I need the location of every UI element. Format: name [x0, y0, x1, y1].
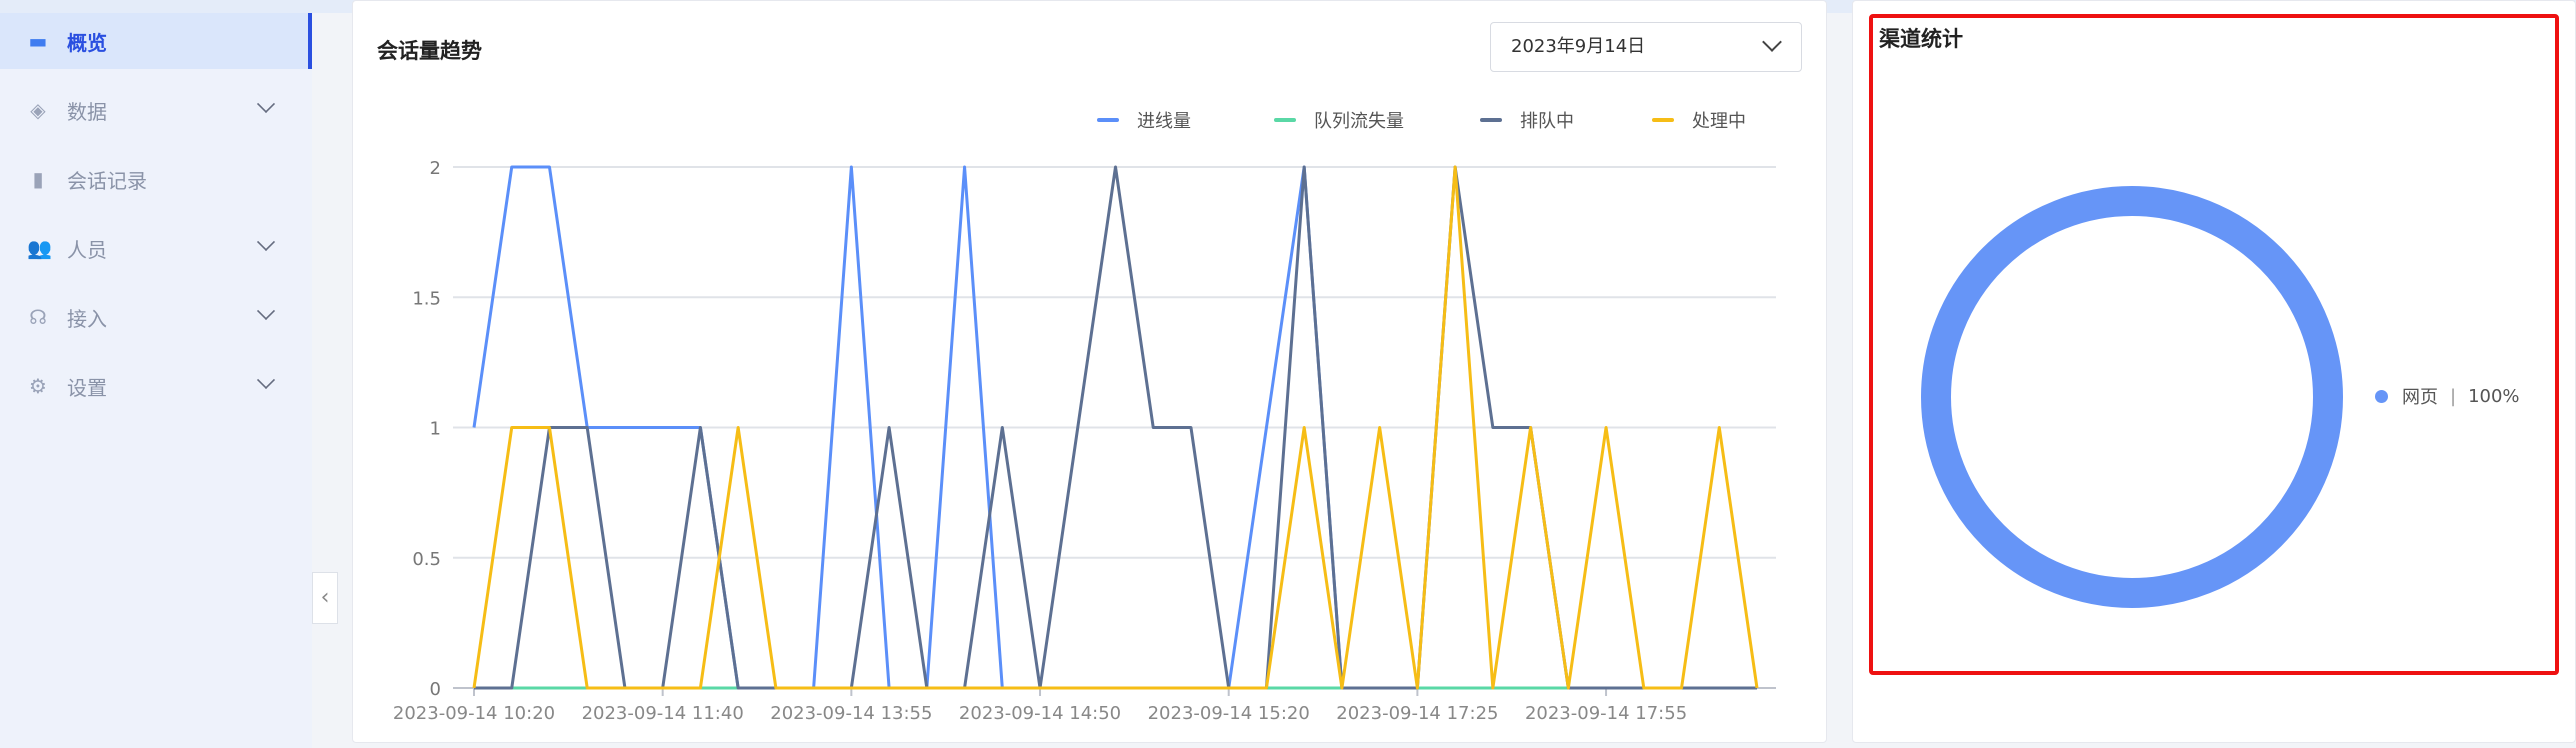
dashboard-icon: ▬ [28, 29, 48, 53]
x-tick-label: 2023-09-14 17:55 [1525, 703, 1687, 724]
legend-name: 网页 [2402, 387, 2438, 408]
sidebar-collapse-button[interactable]: ‹ [312, 572, 338, 624]
x-tick-label: 2023-09-14 10:20 [393, 703, 555, 724]
legend-dot [2375, 389, 2388, 403]
sidebar-item-label: 概览 [67, 30, 107, 55]
donut-slice-web [1921, 186, 2343, 608]
channel-stats-card: 渠道统计 网页 | 100% [1852, 0, 2576, 743]
users-icon: 👥 [27, 236, 52, 260]
legend-percent: 100% [2468, 385, 2520, 407]
y-tick-label: 0.5 [412, 549, 441, 570]
line-chart: 0 0.5 1 1.5 2 2023-09-14 10:20 2023-09-14 11:4… [393, 158, 1776, 724]
sidebar-item-label: 数据 [67, 99, 107, 124]
donut-chart [1921, 186, 2343, 608]
donut-legend-item[interactable]: 网页 | 100% [2375, 383, 2520, 409]
chevron-down-icon [256, 232, 276, 252]
y-tick-label: 0 [430, 679, 441, 700]
sidebar-item-label: 设置 [67, 375, 107, 400]
y-tick-label: 2 [430, 158, 441, 179]
sidebar-item-4[interactable]: ☊ 接入 [0, 289, 312, 345]
sidebar-item-5[interactable]: ⚙ 设置 [0, 358, 312, 414]
headset-icon: ☊ [29, 305, 47, 329]
chevron-down-icon [256, 370, 276, 390]
gear-icon: ⚙ [29, 374, 47, 398]
x-tick-label: 2023-09-14 11:40 [582, 703, 744, 724]
y-tick-label: 1 [430, 419, 441, 440]
sidebar: ▬ 概览 ◈ 数据 ▮ 会话记录 👥 人员 ☊ 接入 ⚙ 设置 [0, 13, 312, 748]
sidebar-item-label: 会话记录 [67, 168, 147, 193]
sidebar-item-label: 接入 [67, 306, 107, 331]
sidebar-item-2[interactable]: ▮ 会话记录 [0, 151, 312, 207]
sidebar-item-0[interactable]: ▬ 概览 [0, 13, 312, 69]
x-tick-label: 2023-09-14 15:20 [1148, 703, 1310, 724]
y-tick-label: 1.5 [412, 288, 441, 309]
chat-record-icon: ▮ [32, 167, 44, 191]
sidebar-item-1[interactable]: ◈ 数据 [0, 82, 312, 138]
sidebar-item-3[interactable]: 👥 人员 [0, 220, 312, 276]
chevron-down-icon [256, 301, 276, 321]
x-tick-label: 2023-09-14 14:50 [959, 703, 1121, 724]
layers-icon: ◈ [30, 98, 46, 122]
legend-separator: | [2450, 385, 2457, 407]
session-trend-card: 会话量趋势 2023年9月14日 进线量 队列流失量 排队中 处理中 0 0.5 1 1.5… [352, 0, 1827, 743]
x-tick-label: 2023-09-14 17:25 [1336, 703, 1498, 724]
x-tick-label: 2023-09-14 13:55 [770, 703, 932, 724]
chevron-down-icon [256, 94, 276, 114]
sidebar-item-label: 人员 [67, 237, 107, 262]
